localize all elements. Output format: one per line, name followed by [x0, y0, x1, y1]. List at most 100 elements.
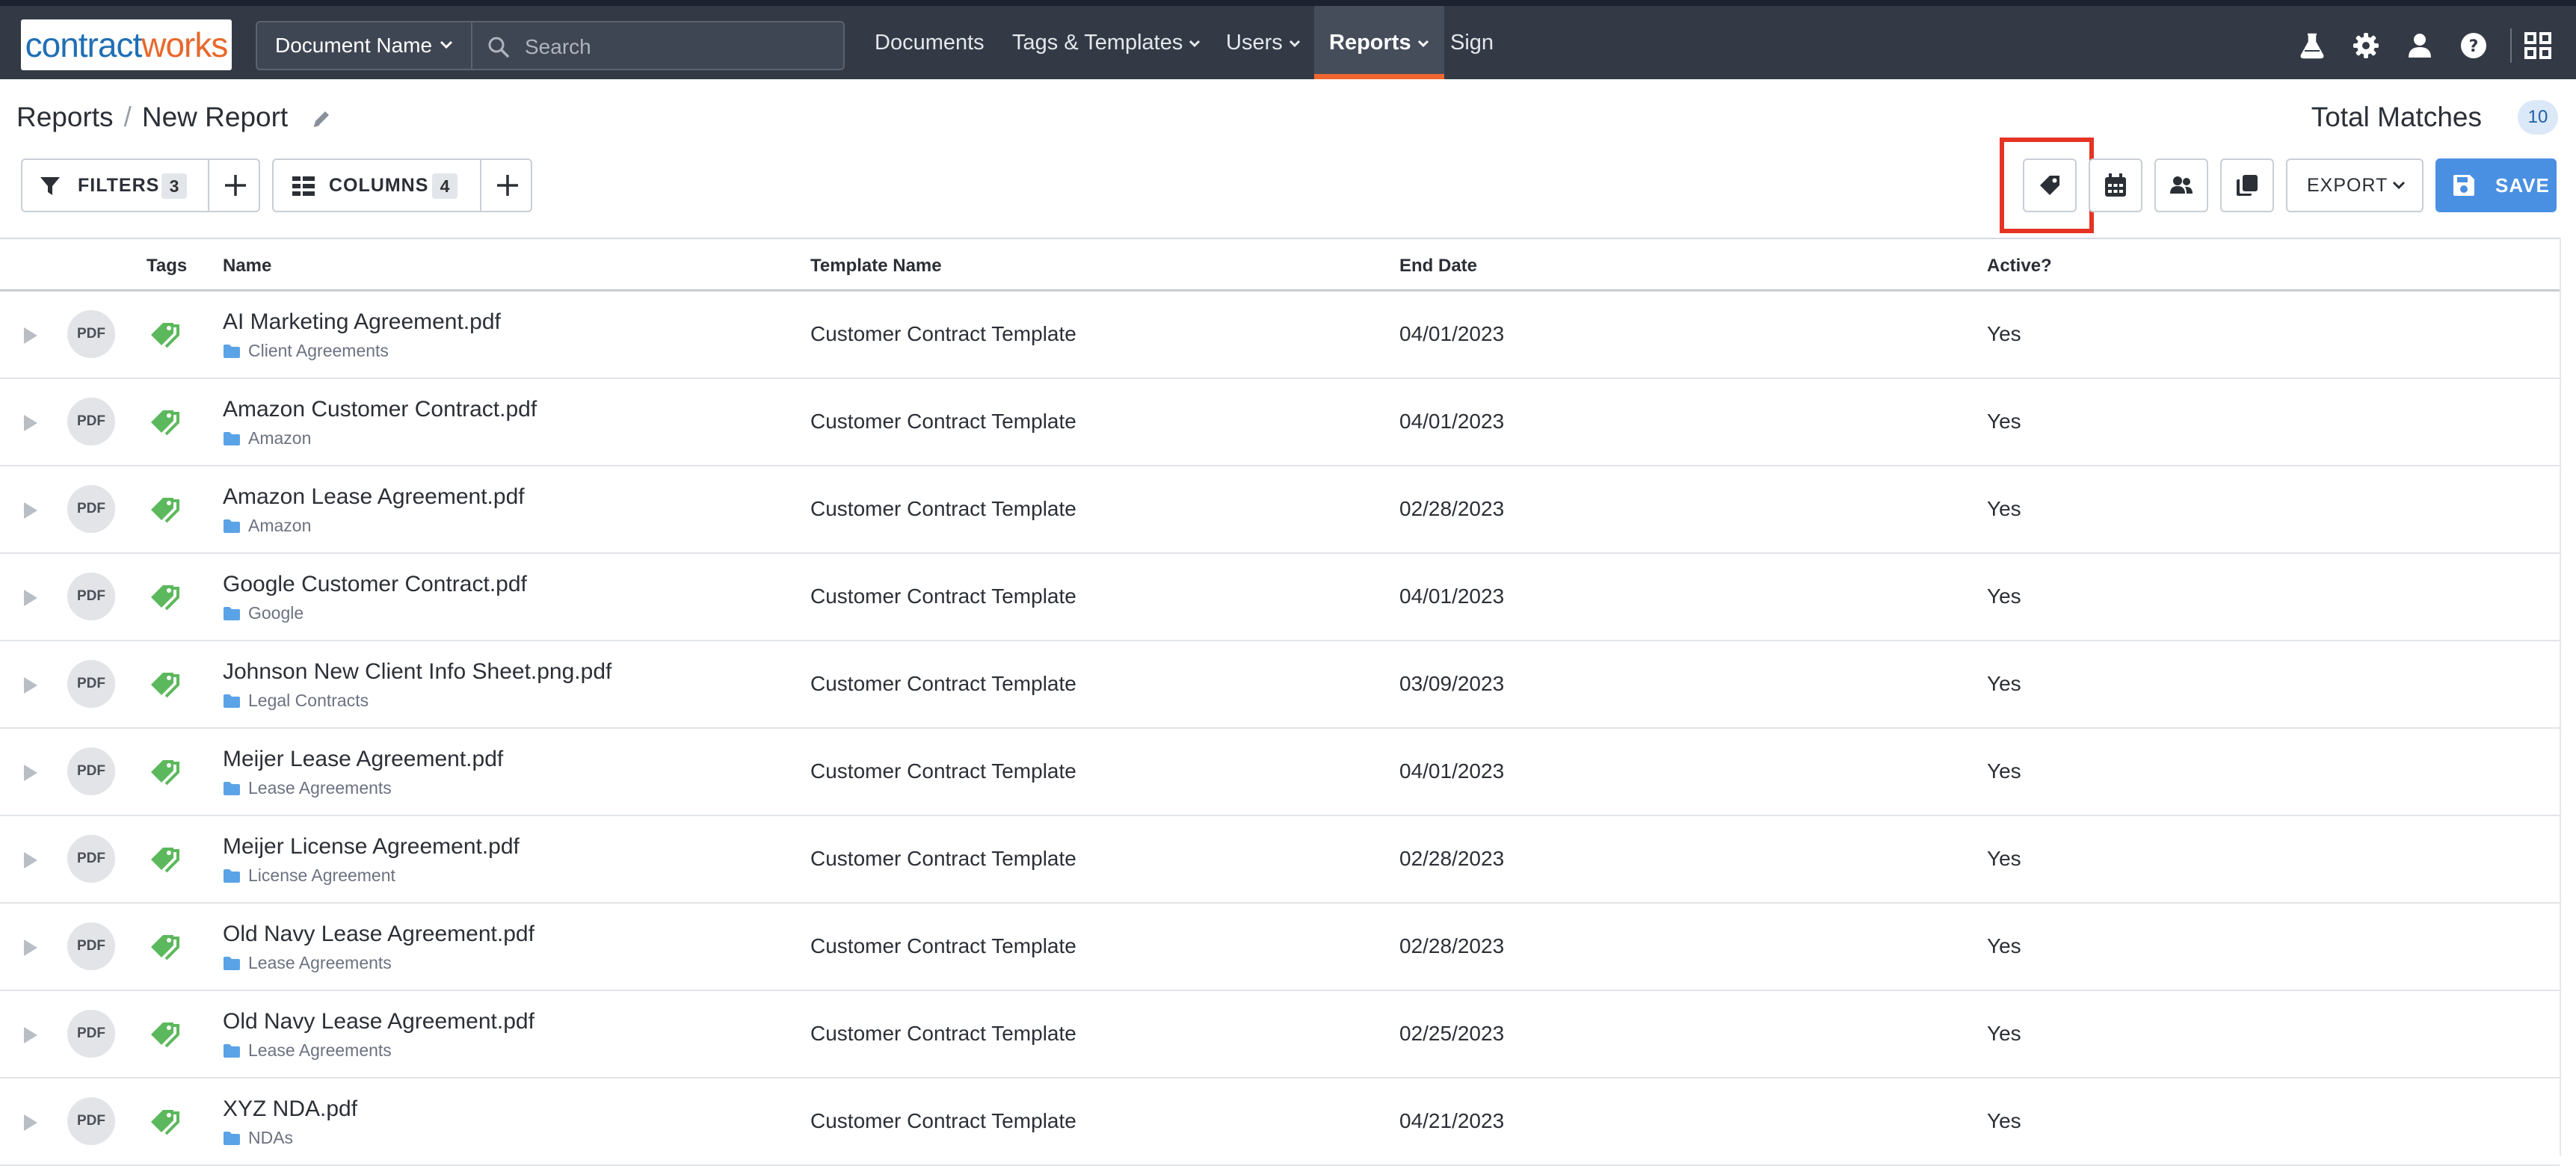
tags-icon[interactable]: [148, 1018, 184, 1048]
expand-row-icon[interactable]: [22, 763, 39, 783]
end-date-cell: 02/25/2023: [1399, 1022, 1505, 1045]
contractworks-logo[interactable]: contractworks: [21, 19, 232, 70]
export-button[interactable]: EXPORT: [2286, 158, 2424, 212]
document-name-link[interactable]: Johnson New Client Info Sheet.png.pdf: [223, 659, 611, 685]
active-cell: Yes: [1987, 1022, 2021, 1045]
nav-documents[interactable]: Documents: [875, 6, 985, 79]
folder-path[interactable]: Google: [223, 603, 303, 623]
user-icon[interactable]: [2406, 31, 2434, 60]
expand-row-icon[interactable]: [22, 501, 39, 520]
gear-icon[interactable]: [2352, 31, 2380, 60]
column-header-end-date[interactable]: End Date: [1399, 256, 1477, 277]
end-date-cell: 04/01/2023: [1399, 759, 1505, 783]
expand-row-icon[interactable]: [22, 676, 39, 695]
report-name: New Report: [141, 102, 289, 132]
expand-row-icon[interactable]: [22, 851, 39, 870]
table-header: Tags Name Template Name End Date Active?: [0, 238, 2560, 292]
columns-button[interactable]: COLUMNS 4: [274, 160, 480, 211]
pencil-edit-icon[interactable]: [310, 108, 333, 130]
folder-path[interactable]: License Agreement: [223, 866, 395, 886]
active-cell: Yes: [1987, 497, 2021, 520]
table-row[interactable]: PDF Meijer Lease Agreement.pdf Lease Agree…: [0, 729, 2560, 816]
expand-row-icon[interactable]: [22, 938, 39, 957]
table-row[interactable]: PDF Old Navy Lease Agreement.pdf Lease Agr…: [0, 904, 2560, 991]
folder-path[interactable]: Legal Contracts: [223, 691, 369, 711]
tags-icon[interactable]: [148, 493, 184, 523]
document-name-link[interactable]: Meijer Lease Agreement.pdf: [223, 747, 503, 772]
table-row[interactable]: PDF Amazon Lease Agreement.pdf Amazon Custo…: [0, 466, 2560, 554]
pdf-file-badge: PDF: [67, 922, 115, 970]
folder-path[interactable]: Amazon: [223, 516, 311, 536]
nav-reports[interactable]: Reports: [1314, 6, 1444, 79]
folder-path[interactable]: Lease Agreements: [223, 1040, 392, 1061]
table-row[interactable]: PDF Amazon Customer Contract.pdf Amazon Cus…: [0, 379, 2560, 466]
tags-icon[interactable]: [148, 406, 184, 436]
column-header-name[interactable]: Name: [223, 256, 271, 277]
tags-icon[interactable]: [148, 843, 184, 873]
expand-row-icon[interactable]: [22, 1025, 39, 1045]
folder-path[interactable]: Client Agreements: [223, 341, 389, 361]
breadcrumb-reports-link[interactable]: Reports: [16, 102, 114, 132]
tags-icon[interactable]: [148, 756, 184, 786]
users-icon: [2170, 176, 2193, 194]
table-row[interactable]: PDF Meijer License Agreement.pdf License A…: [0, 816, 2560, 904]
total-matches-label: Total Matches: [2311, 102, 2482, 132]
end-date-cell: 02/28/2023: [1399, 847, 1505, 870]
save-button[interactable]: SAVE: [2435, 158, 2557, 212]
document-name-link[interactable]: Google Customer Contract.pdf: [223, 572, 527, 597]
document-name-link[interactable]: Old Navy Lease Agreement.pdf: [223, 922, 534, 947]
table-row[interactable]: PDF Johnson New Client Info Sheet.png.pdf…: [0, 641, 2560, 729]
template-name-cell: Customer Contract Template: [810, 672, 1076, 695]
active-cell: Yes: [1987, 847, 2021, 870]
duplicate-button[interactable]: [2220, 158, 2274, 212]
nav-users[interactable]: Users: [1226, 6, 1301, 79]
filters-button[interactable]: FILTERS 3: [22, 160, 208, 211]
tags-icon[interactable]: [148, 668, 184, 698]
column-header-tags[interactable]: Tags: [147, 256, 187, 277]
document-name-link[interactable]: Amazon Customer Contract.pdf: [223, 397, 537, 422]
search-input[interactable]: [523, 31, 825, 63]
apps-grid-icon[interactable]: [2524, 31, 2552, 60]
add-filter-button[interactable]: [208, 160, 262, 211]
table-row[interactable]: PDF Google Customer Contract.pdf Google Cus…: [0, 554, 2560, 641]
help-icon[interactable]: ?: [2459, 31, 2488, 60]
column-header-active[interactable]: Active?: [1987, 256, 2052, 277]
svg-text:?: ?: [2469, 37, 2479, 56]
expand-row-icon[interactable]: [22, 1113, 39, 1132]
document-name-link[interactable]: Meijer License Agreement.pdf: [223, 834, 520, 860]
active-cell: Yes: [1987, 322, 2021, 345]
folder-path[interactable]: NDAs: [223, 1128, 293, 1148]
document-name-selector[interactable]: Document Name: [256, 21, 472, 70]
tags-icon[interactable]: [148, 318, 184, 348]
document-name-link[interactable]: Old Navy Lease Agreement.pdf: [223, 1009, 534, 1034]
add-column-button[interactable]: [480, 160, 534, 211]
folder-path[interactable]: Lease Agreements: [223, 953, 392, 973]
share-users-button[interactable]: [2154, 158, 2208, 212]
document-name-link[interactable]: Amazon Lease Agreement.pdf: [223, 484, 525, 510]
expand-row-icon[interactable]: [22, 326, 39, 345]
expand-row-icon[interactable]: [22, 588, 39, 608]
folder-icon: [224, 694, 240, 708]
nav-tags-templates[interactable]: Tags & Templates: [1012, 6, 1201, 79]
vertical-scrollbar[interactable]: [2560, 238, 2576, 1156]
end-date-cell: 04/01/2023: [1399, 410, 1505, 433]
table-row[interactable]: PDF AI Marketing Agreement.pdf Client Agre…: [0, 292, 2560, 379]
folder-path[interactable]: Lease Agreements: [223, 778, 392, 798]
tags-icon[interactable]: [148, 581, 184, 611]
columns-group: COLUMNS 4: [272, 158, 532, 212]
nav-sign[interactable]: Sign: [1450, 6, 1494, 79]
document-name-link[interactable]: XYZ NDA.pdf: [223, 1096, 357, 1122]
flask-icon[interactable]: [2298, 31, 2326, 60]
document-name-link[interactable]: AI Marketing Agreement.pdf: [223, 309, 501, 335]
column-header-template-name[interactable]: Template Name: [810, 256, 942, 277]
tags-icon[interactable]: [148, 931, 184, 960]
template-name-cell: Customer Contract Template: [810, 322, 1076, 345]
table-row[interactable]: PDF XYZ NDA.pdf NDAs Customer Contract Temp…: [0, 1079, 2560, 1166]
date-button[interactable]: [2089, 158, 2142, 212]
calendar-icon: [2105, 173, 2126, 197]
table-row[interactable]: PDF Old Navy Lease Agreement.pdf Lease Agr…: [0, 991, 2560, 1079]
folder-path[interactable]: Amazon: [223, 428, 311, 448]
active-cell: Yes: [1987, 759, 2021, 783]
tags-icon[interactable]: [148, 1105, 184, 1135]
expand-row-icon[interactable]: [22, 413, 39, 433]
